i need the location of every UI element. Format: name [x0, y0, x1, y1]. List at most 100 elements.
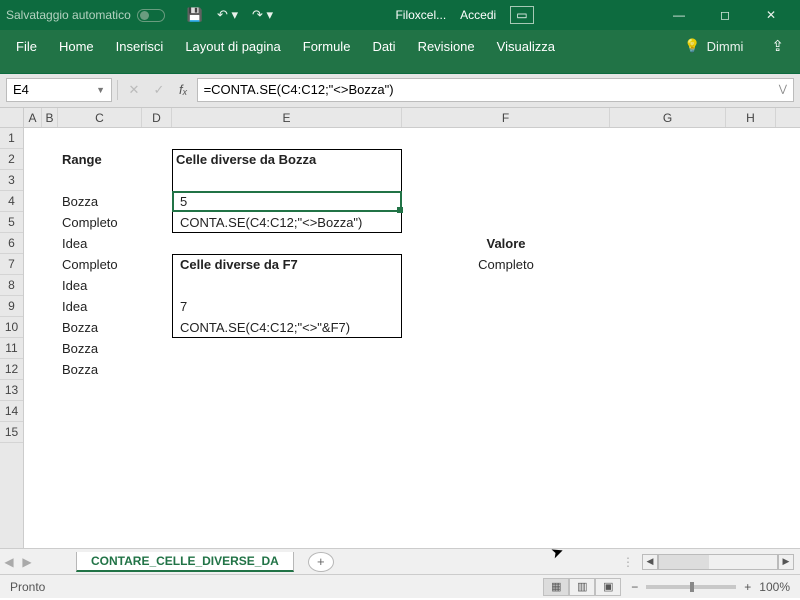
- column-headers: A B C D E F G H: [0, 108, 800, 128]
- row-7[interactable]: 7: [0, 254, 23, 275]
- col-F[interactable]: F: [402, 108, 610, 127]
- expand-formula-icon[interactable]: ⋁: [779, 84, 787, 95]
- cell-C12[interactable]: Bozza: [58, 359, 142, 380]
- zoom-level[interactable]: 100%: [759, 580, 790, 594]
- border-box-2: [172, 254, 402, 338]
- cell-C7[interactable]: Completo: [58, 254, 142, 275]
- view-page-layout-icon[interactable]: ▥: [569, 578, 595, 596]
- row-6[interactable]: 6: [0, 233, 23, 254]
- tab-formulas[interactable]: Formule: [303, 39, 351, 54]
- close-button[interactable]: ✕: [748, 0, 794, 30]
- cells-area[interactable]: Range Celle diverse da Bozza Bozza Compl…: [24, 128, 800, 548]
- minimize-button[interactable]: —: [656, 0, 702, 30]
- row-12[interactable]: 12: [0, 359, 23, 380]
- col-C[interactable]: C: [58, 108, 142, 127]
- tell-me-label: Dimmi: [707, 39, 744, 54]
- splitter-icon[interactable]: ⋮: [622, 555, 636, 569]
- col-H[interactable]: H: [726, 108, 776, 127]
- row-1[interactable]: 1: [0, 128, 23, 149]
- cell-C2[interactable]: Range: [58, 149, 142, 170]
- horizontal-scrollbar[interactable]: ⋮ ◀ ▶: [622, 554, 794, 570]
- sheet-tab-active[interactable]: CONTARE_CELLE_DIVERSE_DA: [76, 552, 294, 572]
- name-box[interactable]: E4 ▼: [6, 78, 112, 102]
- sheet-tab-label: CONTARE_CELLE_DIVERSE_DA: [91, 554, 279, 568]
- chevron-down-icon[interactable]: ▼: [96, 85, 105, 95]
- file-name: Filoxcel...: [395, 8, 446, 22]
- row-headers: 1 2 3 4 5 6 7 8 9 10 11 12 13 14 15: [0, 128, 24, 548]
- row-5[interactable]: 5: [0, 212, 23, 233]
- zoom-out-button[interactable]: −: [631, 580, 638, 594]
- zoom-slider[interactable]: [646, 585, 736, 589]
- fx-icon[interactable]: fₓ: [173, 82, 194, 97]
- cell-C4[interactable]: Bozza: [58, 191, 142, 212]
- col-B[interactable]: B: [42, 108, 58, 127]
- spreadsheet-grid[interactable]: A B C D E F G H 1 2 3 4 5 6 7 8 9 10 11 …: [0, 108, 800, 548]
- col-G[interactable]: G: [610, 108, 726, 127]
- col-D[interactable]: D: [142, 108, 172, 127]
- title-bar: Salvataggio automatico 💾 ↶ ▾ ↷ ▾ Filoxce…: [0, 0, 800, 30]
- status-ready: Pronto: [10, 580, 45, 594]
- row-9[interactable]: 9: [0, 296, 23, 317]
- cell-C6[interactable]: Idea: [58, 233, 142, 254]
- tab-data[interactable]: Dati: [372, 39, 395, 54]
- col-E[interactable]: E: [172, 108, 402, 127]
- cell-C10[interactable]: Bozza: [58, 317, 142, 338]
- scroll-thumb[interactable]: [659, 555, 709, 569]
- redo-icon[interactable]: ↷ ▾: [252, 7, 273, 23]
- formula-bar-row: E4 ▼ ✕ ✓ fₓ =CONTA.SE(C4:C12;"<>Bozza") …: [0, 74, 800, 108]
- formula-bar-value: =CONTA.SE(C4:C12;"<>Bozza"): [204, 82, 394, 97]
- sheet-nav-next[interactable]: ▶: [18, 555, 36, 569]
- tab-view[interactable]: Visualizza: [497, 39, 555, 54]
- cell-selection: [172, 191, 402, 212]
- view-page-break-icon[interactable]: ▣: [595, 578, 621, 596]
- add-sheet-button[interactable]: +: [308, 552, 334, 572]
- cell-F6[interactable]: Valore: [402, 233, 610, 254]
- tab-review[interactable]: Revisione: [418, 39, 475, 54]
- select-all-corner[interactable]: [0, 108, 24, 127]
- cell-C11[interactable]: Bozza: [58, 338, 142, 359]
- cell-C9[interactable]: Idea: [58, 296, 142, 317]
- scroll-left-button[interactable]: ◀: [642, 554, 658, 570]
- ribbon-body: [0, 62, 800, 74]
- save-icon[interactable]: 💾: [187, 7, 203, 23]
- cancel-formula-icon[interactable]: ✕: [123, 78, 145, 102]
- cell-C8[interactable]: Idea: [58, 275, 142, 296]
- accept-formula-icon[interactable]: ✓: [148, 78, 170, 102]
- view-normal-icon[interactable]: ▦: [543, 578, 569, 596]
- tab-home[interactable]: Home: [59, 39, 94, 54]
- autosave-toggle[interactable]: Salvataggio automatico: [6, 8, 165, 22]
- autosave-label: Salvataggio automatico: [6, 8, 131, 22]
- lightbulb-icon: 💡: [684, 38, 700, 54]
- row-2[interactable]: 2: [0, 149, 23, 170]
- sheet-tab-bar: ◀ ▶ CONTARE_CELLE_DIVERSE_DA + ⋮ ◀ ▶: [0, 548, 800, 574]
- toggle-switch[interactable]: [137, 9, 165, 22]
- ribbon-display-icon[interactable]: ▭: [510, 6, 533, 24]
- undo-icon[interactable]: ↶ ▾: [217, 7, 238, 23]
- row-3[interactable]: 3: [0, 170, 23, 191]
- row-4[interactable]: 4: [0, 191, 23, 212]
- status-bar: Pronto ▦ ▥ ▣ − + 100%: [0, 574, 800, 598]
- row-13[interactable]: 13: [0, 380, 23, 401]
- formula-bar[interactable]: =CONTA.SE(C4:C12;"<>Bozza") ⋁: [197, 78, 794, 102]
- row-14[interactable]: 14: [0, 401, 23, 422]
- cell-F7[interactable]: Completo: [402, 254, 610, 275]
- row-11[interactable]: 11: [0, 338, 23, 359]
- tab-insert[interactable]: Inserisci: [116, 39, 164, 54]
- cell-C5[interactable]: Completo: [58, 212, 142, 233]
- tab-file[interactable]: File: [16, 39, 37, 54]
- tab-layout[interactable]: Layout di pagina: [185, 39, 280, 54]
- row-15[interactable]: 15: [0, 422, 23, 443]
- signin-link[interactable]: Accedi: [460, 8, 496, 22]
- zoom-in-button[interactable]: +: [744, 580, 751, 594]
- col-A[interactable]: A: [24, 108, 42, 127]
- row-10[interactable]: 10: [0, 317, 23, 338]
- share-icon[interactable]: ⇪: [771, 37, 784, 55]
- tell-me[interactable]: 💡 Dimmi: [684, 38, 743, 54]
- scroll-right-button[interactable]: ▶: [778, 554, 794, 570]
- sheet-nav-prev[interactable]: ◀: [0, 555, 18, 569]
- row-8[interactable]: 8: [0, 275, 23, 296]
- maximize-button[interactable]: ◻: [702, 0, 748, 30]
- ribbon-tabs: File Home Inserisci Layout di pagina For…: [0, 30, 800, 62]
- name-box-value: E4: [13, 82, 29, 97]
- scroll-track[interactable]: [658, 554, 778, 570]
